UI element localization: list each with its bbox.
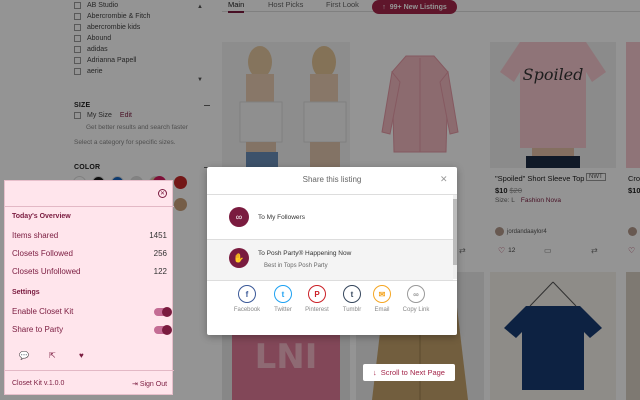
closet-kit-panel: ✕ Today's Overview Items shared 1451 Clos… bbox=[4, 180, 174, 395]
party-name: Best in Tops Posh Party bbox=[264, 263, 328, 269]
stat-label: Items shared bbox=[12, 231, 59, 240]
social-label: Pinterest bbox=[305, 307, 329, 313]
share-twitter[interactable]: t Twitter bbox=[265, 285, 301, 313]
option-label: To My Followers bbox=[258, 214, 305, 221]
divider bbox=[5, 206, 174, 207]
share-copy-link[interactable]: ∞ Copy Link bbox=[398, 285, 434, 313]
email-icon[interactable]: ✉ bbox=[373, 285, 391, 303]
chat-icon[interactable]: 💬 bbox=[19, 351, 29, 360]
version-label: Closet Kit v.1.0.0 bbox=[12, 380, 65, 387]
external-link-icon[interactable]: ⇱ bbox=[49, 351, 56, 360]
stat-value: 1451 bbox=[149, 231, 167, 240]
scrollbar-thumb[interactable] bbox=[453, 199, 457, 265]
arrow-down-icon: ↓ bbox=[373, 368, 377, 377]
social-label: Email bbox=[374, 307, 390, 313]
social-label: Copy Link bbox=[402, 307, 430, 313]
stat-closets-followed: Closets Followed 256 bbox=[12, 249, 167, 258]
tumblr-icon[interactable]: t bbox=[343, 285, 361, 303]
share-email[interactable]: ✉ Email bbox=[364, 285, 400, 313]
modal-title: Share this listing bbox=[302, 175, 362, 184]
option-label: To Posh Party® Happening Now bbox=[258, 250, 352, 257]
divider bbox=[5, 370, 174, 371]
heart-icon[interactable]: ♥ bbox=[79, 351, 84, 360]
sign-out-icon: ⇥ bbox=[132, 381, 140, 388]
overview-heading: Today's Overview bbox=[12, 213, 71, 220]
stat-value: 122 bbox=[153, 267, 167, 276]
stat-label: Closets Followed bbox=[12, 249, 73, 258]
divider bbox=[207, 280, 457, 281]
share-chain-icon: ∞ bbox=[229, 207, 249, 227]
settings-heading: Settings bbox=[12, 289, 40, 296]
enable-closet-kit-toggle[interactable] bbox=[154, 307, 172, 317]
stat-value: 256 bbox=[153, 249, 167, 258]
share-pinterest[interactable]: P Pinterest bbox=[299, 285, 335, 313]
twitter-icon[interactable]: t bbox=[274, 285, 292, 303]
stat-label: Closets Unfollowed bbox=[12, 267, 81, 276]
share-to-followers-option[interactable]: ∞ To My Followers bbox=[207, 198, 453, 238]
toggle-label-share-to-party: Share to Party bbox=[12, 325, 64, 334]
sign-out-link[interactable]: ⇥ Sign Out bbox=[132, 380, 167, 388]
share-to-party-option[interactable]: ✋ To Posh Party® Happening Now Best in T… bbox=[207, 240, 453, 280]
sign-out-label: Sign Out bbox=[139, 381, 168, 388]
pinterest-icon[interactable]: P bbox=[308, 285, 326, 303]
scroll-to-next-page-button[interactable]: ↓ Scroll to Next Page bbox=[363, 364, 455, 381]
social-label: Facebook bbox=[233, 307, 261, 313]
share-to-party-toggle[interactable] bbox=[154, 325, 172, 335]
close-icon[interactable]: ✕ bbox=[440, 174, 448, 185]
scroll-next-label: Scroll to Next Page bbox=[380, 368, 445, 377]
party-hand-icon: ✋ bbox=[229, 248, 249, 268]
stat-items-shared: Items shared 1451 bbox=[12, 231, 167, 240]
facebook-icon[interactable]: f bbox=[238, 285, 256, 303]
stat-closets-unfollowed: Closets Unfollowed 122 bbox=[12, 267, 167, 276]
share-modal: Share this listing ✕ ∞ To My Followers ✋… bbox=[207, 167, 457, 335]
toggle-label-enable-closet-kit: Enable Closet Kit bbox=[12, 307, 74, 316]
social-label: Twitter bbox=[274, 307, 292, 313]
share-facebook[interactable]: f Facebook bbox=[229, 285, 265, 313]
link-icon[interactable]: ∞ bbox=[407, 285, 425, 303]
divider bbox=[207, 194, 457, 195]
modal-scrollbar[interactable] bbox=[453, 195, 457, 279]
close-icon[interactable]: ✕ bbox=[158, 189, 167, 198]
